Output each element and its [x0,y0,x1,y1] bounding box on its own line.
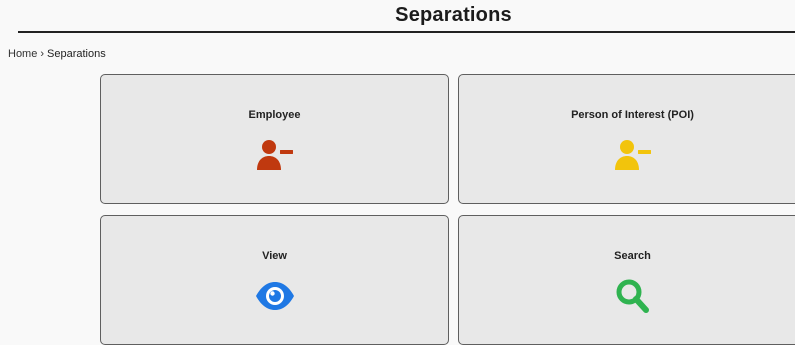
breadcrumb-home-link[interactable]: Home [8,48,37,60]
tile-title: Person of Interest (POI) [571,109,694,121]
employee-tile[interactable]: Employee [100,74,449,204]
poi-tile[interactable]: Person of Interest (POI) [458,74,795,204]
user-minus-icon [255,137,295,173]
page-header: Separations [18,0,795,33]
search-tile[interactable]: Search [458,215,795,345]
tile-title: Search [614,250,651,262]
tile-title: Employee [248,109,301,121]
view-tile[interactable]: View [100,215,449,345]
user-minus-icon [613,137,653,173]
breadcrumb: Home › Separations [8,48,106,60]
breadcrumb-separator: › [40,48,45,60]
search-icon [613,278,653,314]
breadcrumb-current: Separations [47,48,106,60]
tile-title: View [262,250,287,262]
eye-icon [255,278,295,314]
page-title: Separations [395,4,512,26]
